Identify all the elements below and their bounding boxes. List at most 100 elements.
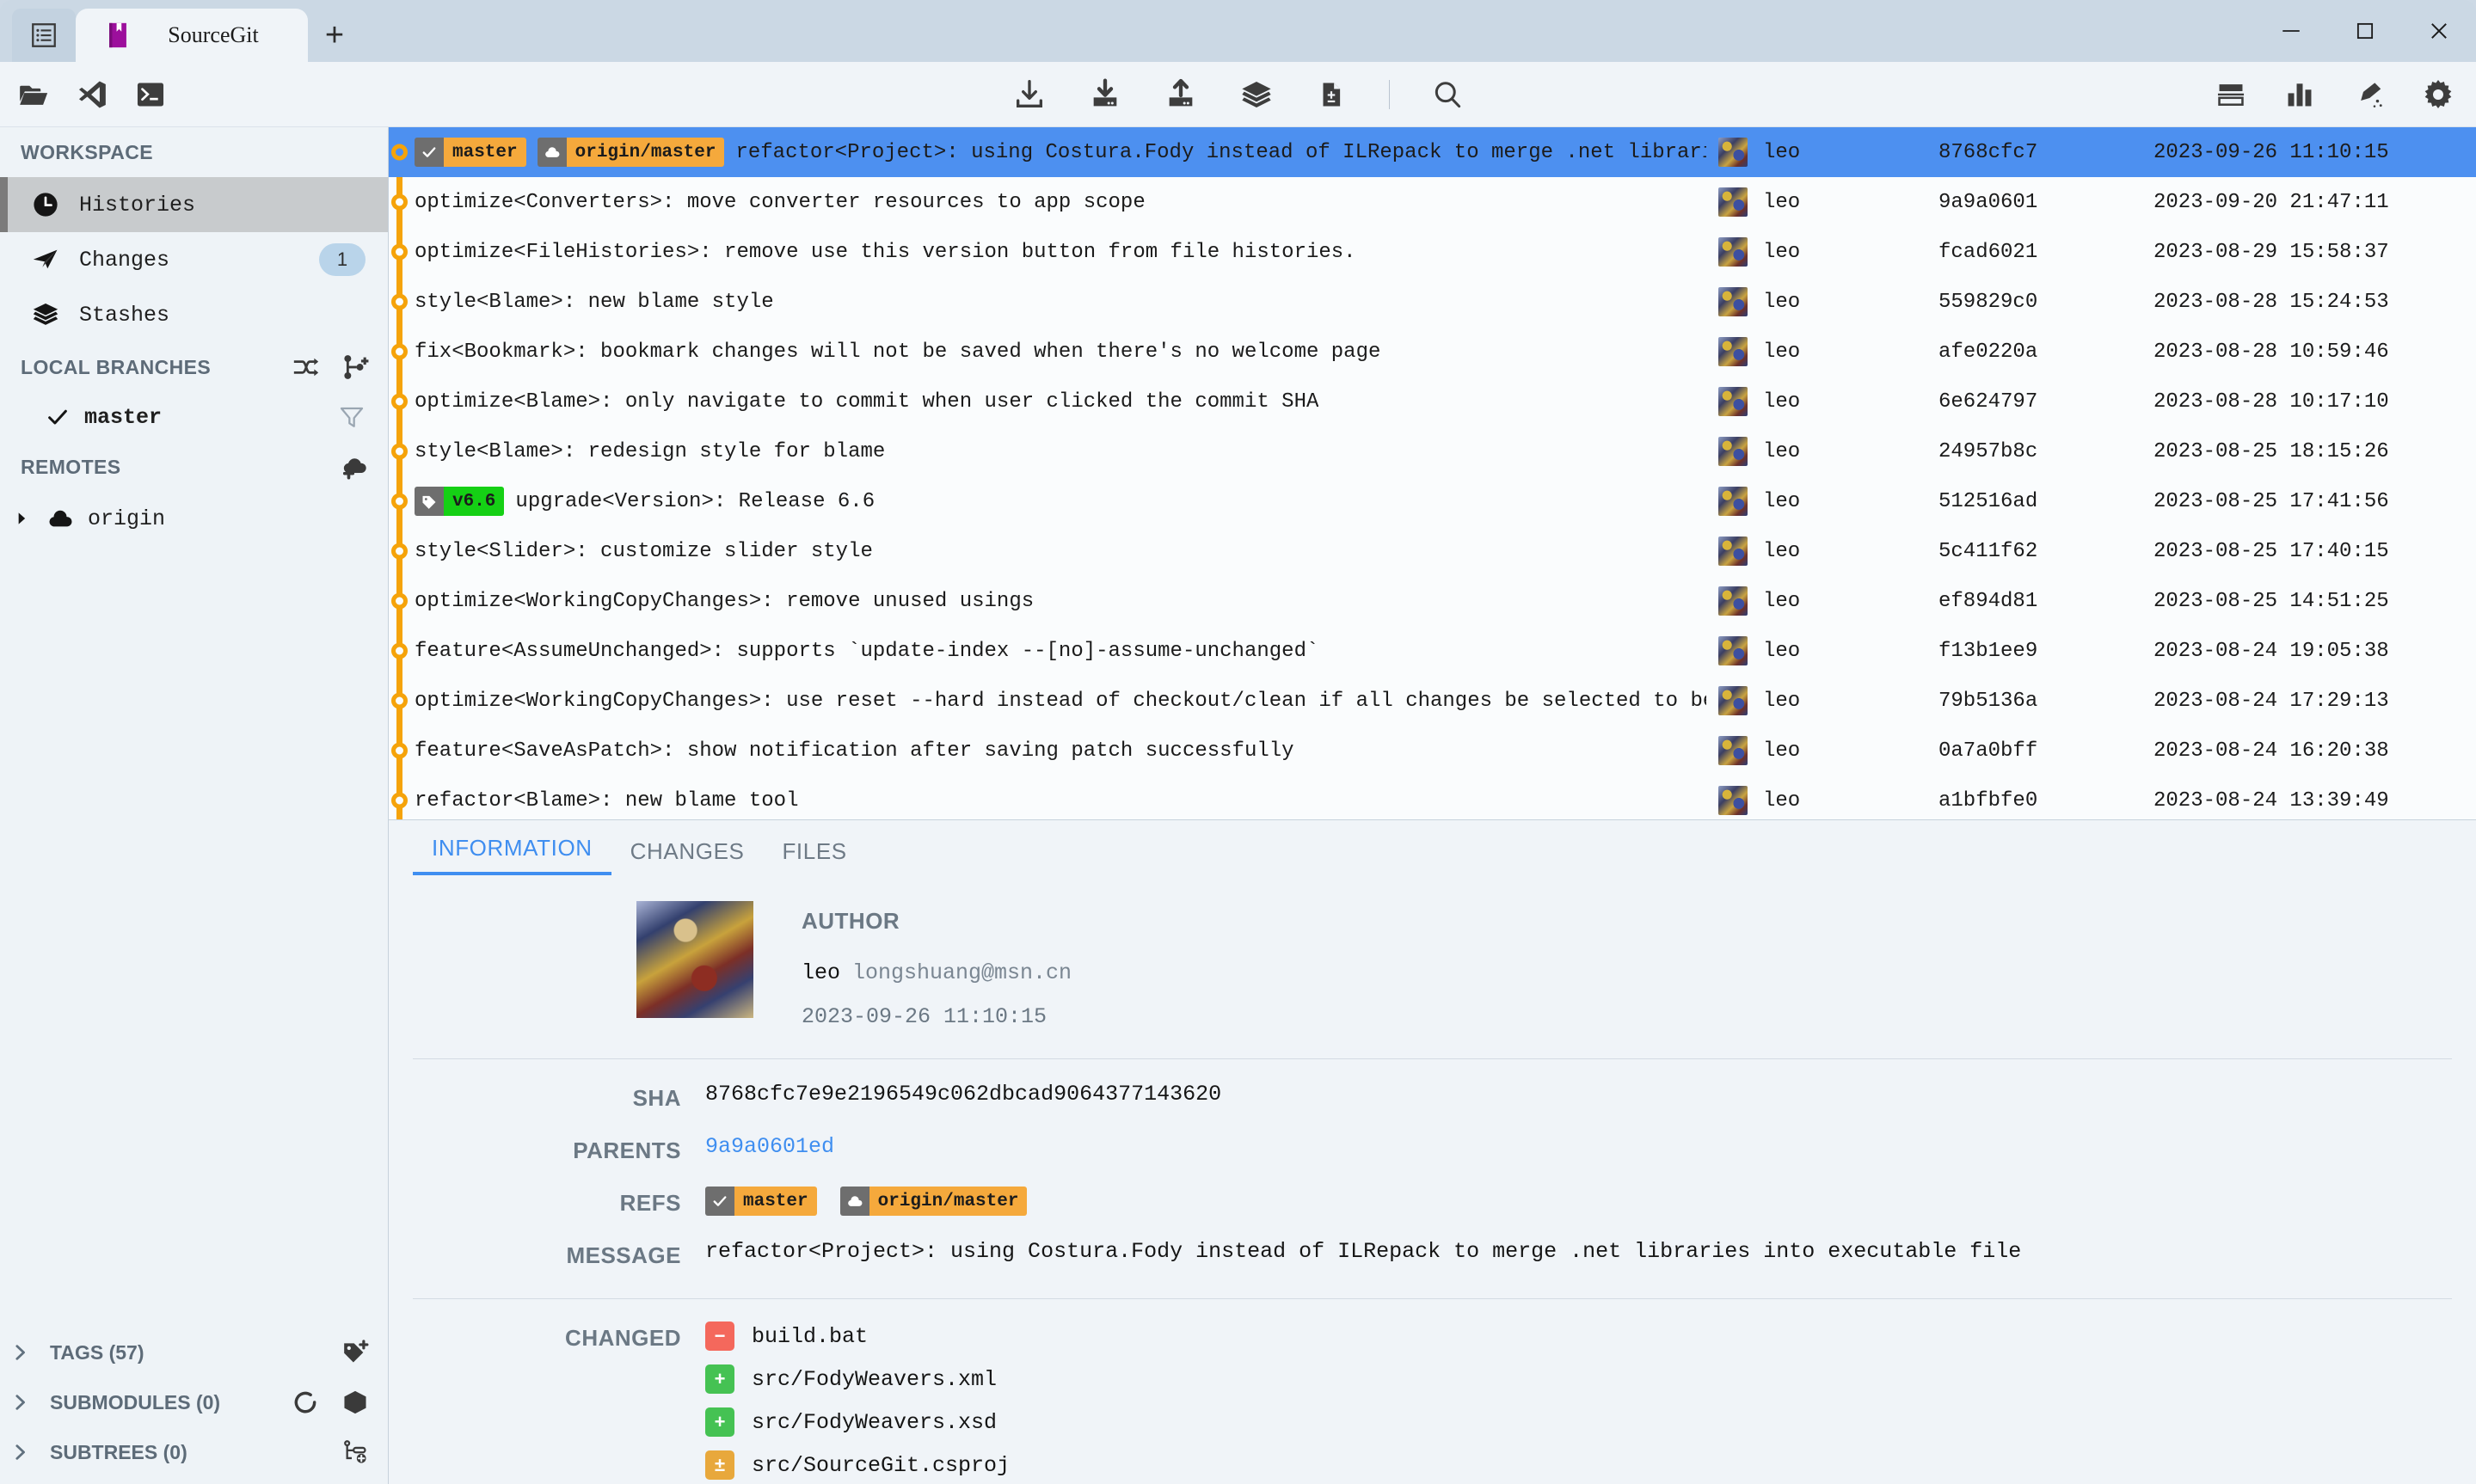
tab-information[interactable]: INFORMATION [413,835,611,875]
chevron-right-icon[interactable] [9,1343,31,1362]
list-item[interactable]: + src/FodyWeavers.xsd [705,1407,2452,1437]
commit-node [391,792,408,809]
fetch-icon[interactable] [1012,77,1047,112]
status-badge: ± [705,1450,734,1480]
commit-subject: fix<Bookmark>: bookmark changes will not… [415,340,1381,364]
table-row[interactable]: feature<SaveAsPatch>: show notification … [389,726,2476,776]
chevron-right-icon[interactable] [9,1393,31,1412]
commit-node [391,293,408,310]
sidebar-section-subtrees[interactable]: SUBTREES (0) [0,1427,388,1477]
check-icon [415,138,444,167]
table-row[interactable]: fix<Bookmark>: bookmark changes will not… [389,327,2476,377]
table-row[interactable]: style<Blame>: new blame style leo 559829… [389,277,2476,327]
table-row[interactable]: refactor<Blame>: new blame tool leo a1bf… [389,776,2476,819]
changes-count-badge: 1 [319,243,366,276]
apply-patch-icon[interactable] [1315,78,1348,111]
commit-node [391,592,408,610]
parents-value[interactable]: 9a9a0601ed [705,1134,2452,1159]
commit-subject-cell: fix<Bookmark>: bookmark changes will not… [409,340,1706,364]
table-row[interactable]: optimize<Converters>: move converter res… [389,177,2476,227]
commit-node [391,343,408,360]
search-icon[interactable] [1431,78,1464,111]
commit-node [391,144,408,161]
commit-sha: 5c411f62 [1938,539,2038,563]
decorator-label: v6.6 [444,487,505,516]
list-item[interactable]: + src/FodyWeavers.xml [705,1364,2452,1394]
tab-files[interactable]: FILES [763,838,865,875]
chevron-right-icon[interactable] [9,1443,31,1462]
table-row[interactable]: master origin/master refactor<Project>: … [389,127,2476,177]
decorator-tag[interactable]: v6.6 [415,487,505,516]
commit-sha: 0a7a0bff [1938,739,2038,763]
commit-list[interactable]: master origin/master refactor<Project>: … [389,127,2476,820]
decorator-label: origin/master [566,138,725,167]
workspace-switcher-button[interactable] [12,9,76,62]
avatar [1718,187,1748,217]
statistics-icon[interactable] [2283,78,2316,111]
table-row[interactable]: style<Blame>: redesign style for blame l… [389,426,2476,476]
clean-icon[interactable] [2352,78,2385,111]
table-row[interactable]: optimize<FileHistories>: remove use this… [389,227,2476,277]
layout-icon[interactable] [2215,78,2247,111]
stash-icon[interactable] [1239,77,1274,112]
decorator-local-branch[interactable]: master [705,1187,817,1216]
commit-date: 2023-08-28 10:17:10 [2153,389,2389,414]
sidebar-item-stashes[interactable]: Stashes [0,287,388,342]
table-row[interactable]: optimize<WorkingCopyChanges>: use reset … [389,676,2476,726]
maximize-button[interactable] [2328,0,2402,62]
add-submodule-icon[interactable] [341,1389,369,1416]
commit-author-cell: leo [1706,237,1938,267]
table-row[interactable]: optimize<Blame>: only navigate to commit… [389,377,2476,426]
decorator-local-branch[interactable]: master [415,138,526,167]
sidebar-branch-master[interactable]: master [0,392,388,442]
pull-icon[interactable] [1088,77,1122,112]
paper-plane-icon [31,245,60,274]
commit-node [391,642,408,659]
commit-sha: f13b1ee9 [1938,639,2038,663]
new-branch-icon[interactable] [340,353,369,382]
repository-tab[interactable]: SourceGit [76,9,308,62]
remotes-header-label: REMOTES [21,455,121,478]
minimize-button[interactable] [2254,0,2328,62]
commit-author: leo [1763,389,1801,414]
table-row[interactable]: optimize<WorkingCopyChanges>: remove unu… [389,576,2476,626]
refresh-icon[interactable] [292,1389,319,1416]
decorator-remote-branch[interactable]: origin/master [537,138,725,167]
avatar [636,901,753,1018]
push-icon[interactable] [1164,77,1198,112]
add-subtree-icon[interactable] [341,1438,369,1466]
sidebar-section-submodules[interactable]: SUBMODULES (0) [0,1377,388,1427]
filter-icon[interactable] [338,403,366,431]
detail-body: AUTHOR leo longshuang@msn.cn 2023-09-26 1… [389,875,2476,1484]
sidebar-remote-origin[interactable]: origin [0,492,388,545]
commit-node [391,543,408,560]
table-row[interactable]: style<Slider>: customize slider style le… [389,526,2476,576]
sidebar-item-changes[interactable]: Changes 1 [0,232,388,287]
add-remote-icon[interactable] [340,452,369,481]
commit-sha: 79b5136a [1938,689,2038,713]
list-item[interactable]: − build.bat [705,1321,2452,1351]
sidebar-item-histories[interactable]: Histories [0,177,388,232]
status-badge: − [705,1321,734,1351]
settings-gear-icon[interactable] [2421,77,2455,112]
new-tab-button[interactable]: + [308,9,361,62]
table-row[interactable]: v6.6 upgrade<Version>: Release 6.6 leo 5… [389,476,2476,526]
author-block: AUTHOR leo longshuang@msn.cn 2023-09-26 1… [389,901,2476,1029]
tab-changes[interactable]: CHANGES [611,838,764,875]
window-controls [2254,0,2476,62]
sidebar-section-tags[interactable]: TAGS (57) [0,1328,388,1377]
table-row[interactable]: feature<AssumeUnchanged>: supports `upda… [389,626,2476,676]
sort-branches-icon[interactable] [292,353,321,382]
close-button[interactable] [2402,0,2476,62]
minimize-icon [2282,30,2300,32]
commit-author: leo [1763,689,1801,713]
commit-author: leo [1763,639,1801,663]
commit-author: leo [1763,489,1801,513]
list-item[interactable]: ± src/SourceGit.csproj [705,1450,2452,1480]
decorator-remote-branch[interactable]: origin/master [839,1187,1028,1216]
commit-date: 2023-09-20 21:47:11 [2153,190,2389,214]
commit-sha: 6e624797 [1938,389,2038,414]
chevron-right-icon[interactable] [10,510,33,527]
commit-author-cell: leo [1706,586,1938,616]
add-tag-icon[interactable] [341,1339,369,1366]
